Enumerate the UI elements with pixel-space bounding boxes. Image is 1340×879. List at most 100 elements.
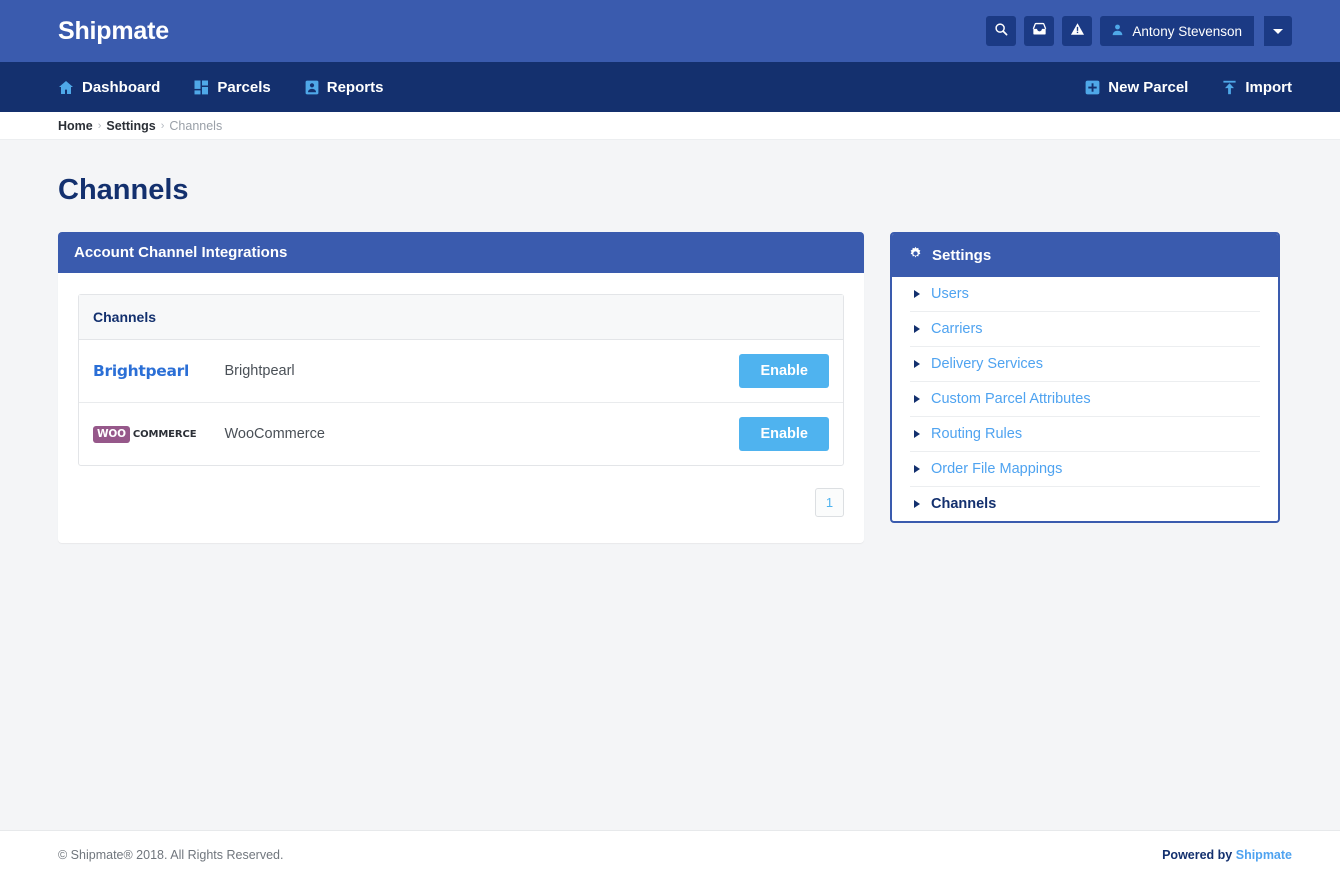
table-header-row: Channels xyxy=(79,295,843,340)
settings-item-delivery-services[interactable]: Delivery Services xyxy=(910,347,1260,382)
channels-table: Channels Brightpearl Brightpearl Enable … xyxy=(78,294,844,466)
channel-logo-cell: WOO COMMERCE xyxy=(79,403,211,465)
footer: © Shipmate® 2018. All Rights Reserved. P… xyxy=(0,830,1340,879)
woocommerce-logo-text: COMMERCE xyxy=(132,429,197,440)
integrations-panel-title: Account Channel Integrations xyxy=(74,244,288,261)
settings-item-order-file-mappings[interactable]: Order File Mappings xyxy=(910,452,1260,487)
triangle-right-icon xyxy=(914,465,920,473)
triangle-right-icon xyxy=(914,430,920,438)
nav-item-new-parcel[interactable]: New Parcel xyxy=(1085,79,1188,96)
breadcrumb: Home › Settings › Channels xyxy=(0,112,1340,140)
footer-powered-prefix: Powered by xyxy=(1162,848,1236,862)
triangle-right-icon xyxy=(914,325,920,333)
triangle-right-icon xyxy=(914,360,920,368)
settings-menu: Users Carriers Delivery Services Custom … xyxy=(892,277,1278,521)
alert-icon xyxy=(1070,22,1085,41)
settings-item-carriers[interactable]: Carriers xyxy=(910,312,1260,347)
pagination: 1 xyxy=(78,488,844,517)
integrations-panel-header: Account Channel Integrations xyxy=(58,232,864,273)
app-window: Shipmate Antony Stevenson Dashboard Parc… xyxy=(0,0,1340,879)
triangle-right-icon xyxy=(914,395,920,403)
settings-item-routing-rules[interactable]: Routing Rules xyxy=(910,417,1260,452)
main-nav-right: New Parcel Import xyxy=(1051,79,1292,96)
breadcrumb-separator: › xyxy=(97,119,102,132)
breadcrumb-item-home[interactable]: Home xyxy=(58,119,93,133)
settings-item-label: Order File Mappings xyxy=(931,461,1063,477)
channel-action-cell: Enable xyxy=(723,403,843,465)
user-icon xyxy=(1111,23,1124,39)
nav-item-dashboard-label: Dashboard xyxy=(82,78,161,96)
pagination-page-1[interactable]: 1 xyxy=(815,488,844,517)
grid-icon xyxy=(194,80,209,95)
settings-item-label: Delivery Services xyxy=(931,356,1043,372)
nav-item-reports-label: Reports xyxy=(326,78,384,96)
content-columns: Account Channel Integrations Channels Br… xyxy=(58,232,1292,543)
footer-powered-by: Powered by Shipmate xyxy=(1162,848,1292,862)
settings-item-label: Carriers xyxy=(931,321,983,337)
inbox-button[interactable] xyxy=(1024,16,1055,46)
channel-action-cell: Enable xyxy=(723,340,843,403)
channel-logo-cell: Brightpearl xyxy=(79,340,211,403)
integrations-panel-body: Channels Brightpearl Brightpearl Enable … xyxy=(58,273,864,543)
enable-button[interactable]: Enable xyxy=(739,417,829,451)
woocommerce-logo: WOO COMMERCE xyxy=(93,426,197,443)
settings-item-label: Channels xyxy=(931,496,997,512)
nav-item-dashboard[interactable]: Dashboard xyxy=(58,79,160,96)
settings-panel-title: Settings xyxy=(932,247,992,264)
user-menu-caret-button[interactable] xyxy=(1264,16,1292,46)
top-bar-actions: Antony Stevenson xyxy=(986,16,1292,46)
settings-column: Settings Users Carriers Delivery Service… xyxy=(890,232,1280,523)
main-nav-left: Dashboard Parcels Reports xyxy=(58,79,417,96)
top-bar: Shipmate Antony Stevenson xyxy=(0,0,1340,62)
nav-item-new-parcel-label: New Parcel xyxy=(1108,78,1189,96)
brightpearl-logo: Brightpearl xyxy=(93,362,190,380)
settings-panel: Settings Users Carriers Delivery Service… xyxy=(890,232,1280,523)
alerts-button[interactable] xyxy=(1062,16,1093,46)
app-logo[interactable]: Shipmate xyxy=(58,17,169,46)
triangle-right-icon xyxy=(914,290,920,298)
main-content: Channels Account Channel Integrations Ch… xyxy=(0,140,1340,830)
nav-item-import[interactable]: Import xyxy=(1222,79,1292,96)
table-row: Brightpearl Brightpearl Enable xyxy=(79,340,843,403)
breadcrumb-item-channels: Channels xyxy=(169,118,223,133)
breadcrumb-separator: › xyxy=(160,119,165,132)
settings-item-label: Users xyxy=(931,286,969,302)
channel-name-cell: Brightpearl xyxy=(210,340,723,403)
table-row: WOO COMMERCE WooCommerce Enable xyxy=(79,403,843,465)
inbox-icon xyxy=(1032,22,1047,41)
integrations-column: Account Channel Integrations Channels Br… xyxy=(58,232,864,543)
page-title: Channels xyxy=(58,174,189,206)
id-card-icon xyxy=(305,80,319,95)
nav-item-reports[interactable]: Reports xyxy=(305,78,384,96)
user-menu-button[interactable]: Antony Stevenson xyxy=(1100,16,1254,46)
nav-item-parcels-label: Parcels xyxy=(217,78,271,96)
enable-button[interactable]: Enable xyxy=(739,354,829,388)
settings-item-label: Routing Rules xyxy=(931,426,1023,442)
woocommerce-logo-badge: WOO xyxy=(93,426,130,443)
channel-name-cell: WooCommerce xyxy=(224,426,325,442)
triangle-right-icon xyxy=(914,500,920,508)
footer-shipmate-link[interactable]: Shipmate xyxy=(1236,848,1292,862)
settings-item-users[interactable]: Users xyxy=(910,277,1260,312)
settings-panel-header: Settings xyxy=(892,234,1278,277)
gear-icon xyxy=(908,246,923,265)
integrations-panel: Account Channel Integrations Channels Br… xyxy=(58,232,864,543)
settings-item-channels[interactable]: Channels xyxy=(910,487,1260,521)
chevron-down-icon xyxy=(1273,28,1283,34)
main-nav: Dashboard Parcels Reports New Parcel Imp… xyxy=(0,62,1340,112)
footer-copyright: © Shipmate® 2018. All Rights Reserved. xyxy=(58,848,284,862)
settings-item-custom-parcel-attributes[interactable]: Custom Parcel Attributes xyxy=(910,382,1260,417)
plus-square-icon xyxy=(1085,80,1100,95)
channels-table-head: Channels xyxy=(79,295,843,340)
column-header-channels: Channels xyxy=(79,295,843,340)
nav-item-import-label: Import xyxy=(1245,78,1292,96)
settings-item-label: Custom Parcel Attributes xyxy=(931,391,1091,407)
home-icon xyxy=(58,80,74,95)
upload-icon xyxy=(1222,80,1237,95)
channels-table-body: Brightpearl Brightpearl Enable WOO COMME… xyxy=(79,340,843,465)
user-name-label: Antony Stevenson xyxy=(1132,23,1242,39)
search-icon xyxy=(994,22,1008,41)
breadcrumb-item-settings[interactable]: Settings xyxy=(106,119,155,133)
search-button[interactable] xyxy=(986,16,1017,46)
nav-item-parcels[interactable]: Parcels xyxy=(194,78,271,96)
